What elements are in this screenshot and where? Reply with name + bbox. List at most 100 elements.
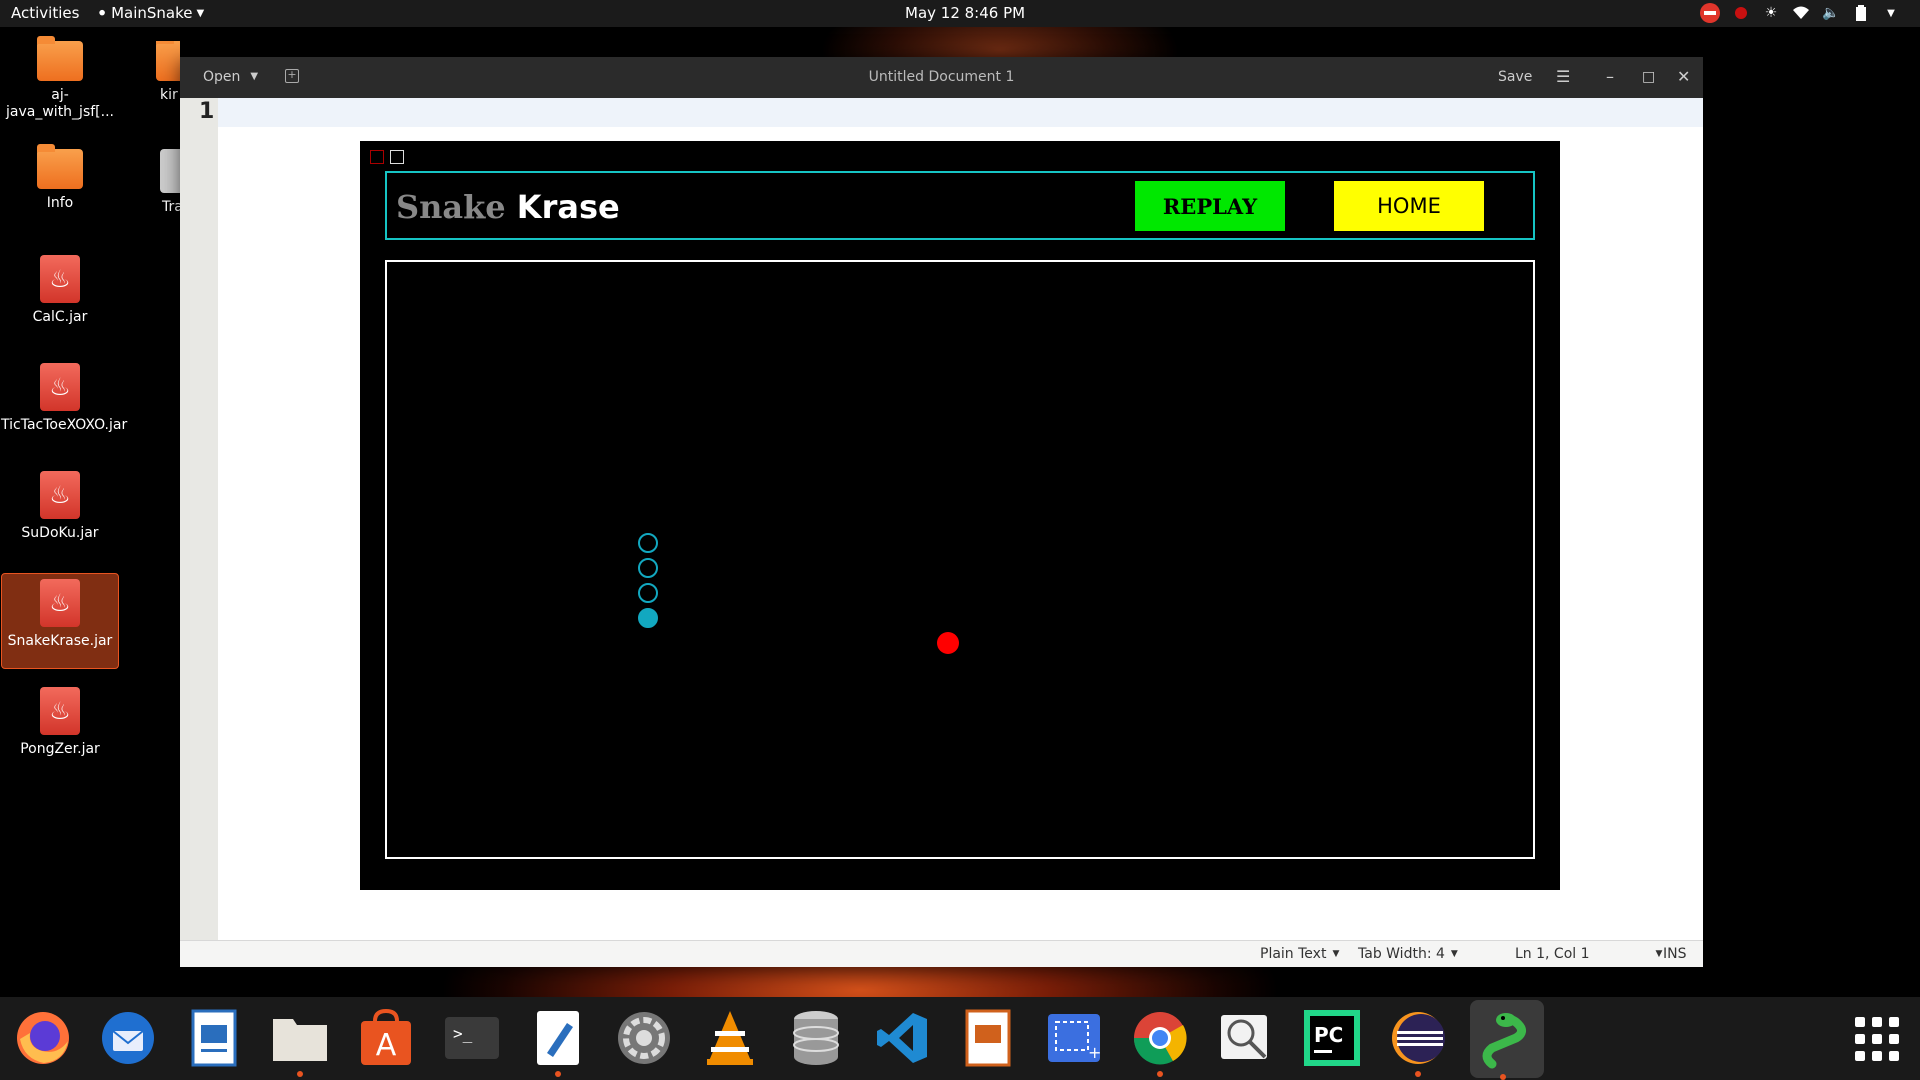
chevron-down-icon: ▼ — [1332, 949, 1340, 959]
desktop-icon-label: aj-java_with_jsf[... — [6, 87, 114, 120]
chrome-icon[interactable] — [1129, 1007, 1191, 1077]
system-tray[interactable]: ☀ 🔈 ▼ — [1700, 3, 1900, 23]
snake-body-segment — [638, 558, 658, 578]
game-title: Snake Krase — [396, 188, 620, 226]
insert-mode[interactable]: INS — [1663, 946, 1687, 962]
home-button[interactable]: HOME — [1334, 181, 1484, 231]
show-applications-icon[interactable] — [1855, 1017, 1899, 1061]
chevron-down-icon: ▼ — [196, 7, 205, 19]
volume-icon[interactable]: 🔈 — [1822, 4, 1840, 22]
save-button[interactable]: Save — [1498, 69, 1532, 85]
desktop-icon-jar[interactable]: ♨ SuDoKu.jar — [1, 471, 119, 542]
settings-icon[interactable] — [613, 1007, 675, 1069]
activities-button[interactable]: Activities — [11, 4, 79, 22]
desktop-icon-trash[interactable]: Tra — [120, 149, 180, 216]
snake-body-segment — [638, 533, 658, 553]
line-number-gutter — [180, 98, 218, 940]
svg-text:A: A — [376, 1028, 397, 1063]
cursor-position-selector[interactable]: Ln 1, Col 1 ▼ — [1515, 946, 1662, 962]
chevron-down-icon: ▼ — [1655, 949, 1663, 959]
running-indicator — [297, 1071, 303, 1077]
eclipse-icon[interactable] — [1387, 1007, 1449, 1077]
food-pellet — [937, 632, 959, 654]
snake-app-icon[interactable] — [1470, 1000, 1544, 1080]
desktop-icon-label: CalC.jar — [32, 309, 88, 325]
game-board[interactable] — [385, 260, 1535, 859]
desktop-icon-label: SuDoKu.jar — [21, 525, 99, 541]
status-bar: Plain Text ▼ Tab Width: 4 ▼ Ln 1, Col 1 … — [180, 940, 1703, 967]
minimize-icon[interactable]: – — [1606, 67, 1614, 86]
folder-icon — [156, 41, 180, 81]
firefox-icon[interactable] — [12, 1007, 74, 1069]
impress-icon[interactable] — [957, 1007, 1019, 1069]
vscode-icon[interactable] — [871, 1007, 933, 1069]
desktop-icon-folder[interactable]: Info — [1, 144, 119, 212]
dock: A >_ + PC — [0, 997, 1920, 1080]
app-menu-label: MainSnake — [111, 4, 193, 22]
snake-body-segment — [638, 583, 658, 603]
hamburger-menu-icon[interactable]: ☰ — [1556, 67, 1570, 86]
running-indicator — [1500, 1074, 1506, 1080]
current-line-highlight[interactable] — [218, 98, 1703, 127]
java-icon: ♨ — [40, 255, 80, 303]
desktop-icon-label: Tra — [162, 199, 180, 215]
files-icon[interactable] — [269, 1007, 331, 1077]
game-header: Snake Krase REPLAY HOME — [385, 171, 1535, 240]
java-icon: ♨ — [40, 687, 80, 735]
wifi-icon[interactable] — [1792, 4, 1810, 22]
tab-width-selector[interactable]: Tab Width: 4 ▼ — [1358, 946, 1458, 962]
do-not-disturb-icon[interactable] — [1700, 3, 1720, 23]
desktop-icon-jar[interactable]: ♨ SnakeKrase.jar — [1, 573, 119, 669]
folder-icon — [37, 144, 83, 189]
pycharm-icon[interactable]: PC — [1301, 1007, 1363, 1069]
replay-button[interactable]: REPLAY — [1135, 181, 1285, 231]
running-indicator — [1415, 1071, 1421, 1077]
snake-head — [638, 608, 658, 628]
desktop-icon-folder[interactable]: aj-java_with_jsf[... — [1, 36, 119, 121]
battery-icon[interactable] — [1852, 4, 1870, 22]
game-title-part2: Krase — [516, 188, 620, 226]
language-label: Plain Text — [1260, 946, 1327, 962]
app-menu-icon: ⚫ — [97, 6, 108, 20]
desktop-icon-jar[interactable]: ♨ PongZer.jar — [1, 687, 119, 758]
window-title: Untitled Document 1 — [868, 69, 1015, 85]
desktop-icon-label: TicTacToeXOXO.jar — [1, 417, 128, 433]
close-icon[interactable]: ✕ — [1677, 67, 1690, 86]
image-viewer-icon[interactable] — [1215, 1007, 1277, 1069]
terminal-icon[interactable]: >_ — [441, 1007, 503, 1069]
desktop-icon-label: Info — [46, 195, 74, 211]
database-icon[interactable] — [785, 1007, 847, 1069]
snake-game-window: Snake Krase REPLAY HOME — [360, 141, 1560, 890]
chevron-down-icon: ▼ — [1450, 949, 1458, 959]
language-selector[interactable]: Plain Text ▼ — [1260, 946, 1339, 962]
desktop-icon-label: kir — [160, 87, 178, 103]
line-number: 1 — [199, 99, 215, 124]
desktop-icon-folder[interactable]: kir — [120, 41, 180, 104]
svg-text:+: + — [1088, 1043, 1101, 1062]
desktop-icon-label: SnakeKrase.jar — [7, 633, 113, 649]
system-menu-icon[interactable]: ▼ — [1882, 4, 1900, 22]
app-menu[interactable]: ⚫ MainSnake ▼ — [97, 4, 204, 22]
cursor-position-label: Ln 1, Col 1 — [1515, 946, 1590, 962]
desktop-icon-label: PongZer.jar — [20, 741, 100, 757]
folder-icon — [37, 36, 83, 81]
recording-icon[interactable] — [1732, 4, 1750, 22]
desktop-icon-jar[interactable]: ♨ TicTacToeXOXO.jar — [1, 363, 127, 434]
running-indicator — [555, 1071, 561, 1077]
clock[interactable]: May 12 8:46 PM — [905, 4, 1025, 22]
brightness-icon[interactable]: ☀ — [1762, 4, 1780, 22]
vlc-icon[interactable] — [699, 1007, 761, 1069]
desktop-icon-jar[interactable]: ♨ CalC.jar — [1, 255, 119, 326]
window-header: Open ▼ + Untitled Document 1 Save ☰ – □ … — [180, 57, 1703, 98]
screenshot-icon[interactable]: + — [1043, 1007, 1105, 1069]
svg-text:PC: PC — [1314, 1023, 1343, 1047]
app-center-icon[interactable]: A — [355, 1007, 417, 1069]
text-editor-icon[interactable] — [527, 1007, 589, 1077]
maximize-icon[interactable] — [390, 150, 404, 164]
java-icon: ♨ — [40, 363, 80, 411]
thunderbird-icon[interactable] — [97, 1007, 159, 1069]
maximize-icon[interactable]: □ — [1642, 69, 1655, 85]
java-icon: ♨ — [40, 579, 80, 627]
libreoffice-writer-icon[interactable] — [183, 1007, 245, 1069]
close-icon[interactable] — [370, 150, 384, 164]
